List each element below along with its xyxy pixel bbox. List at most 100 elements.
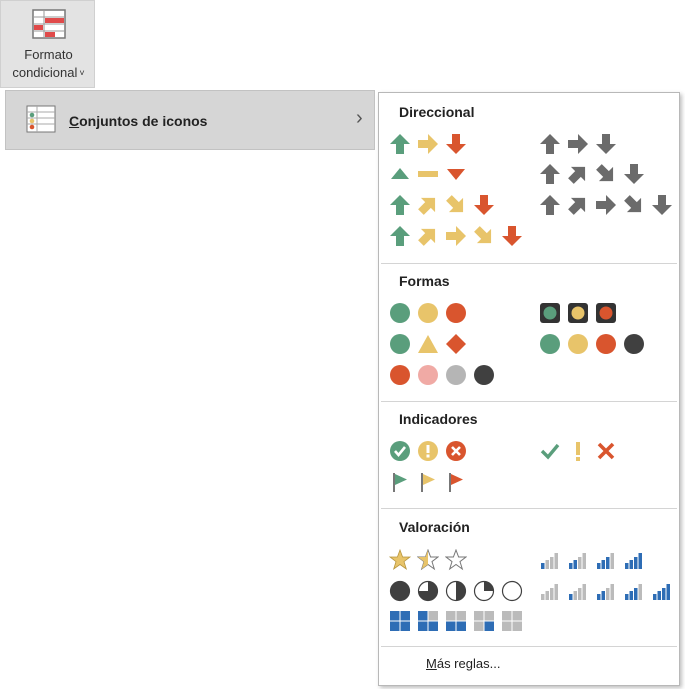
circle-gray-icon (446, 365, 466, 385)
exclamation-mark-icon (576, 442, 580, 461)
arrow-up-icon (540, 195, 560, 215)
quarter-empty-icon (501, 580, 523, 602)
x-mark-icon (597, 442, 615, 460)
circle-yellow-icon (568, 334, 588, 354)
dropdown-caret-icon: ˅ (79, 68, 85, 78)
signal-bars-3-icon (625, 584, 642, 600)
arrow-up-icon (540, 134, 560, 154)
section-title-directional: Direccional (399, 104, 475, 120)
icon-set-red-to-black[interactable] (389, 364, 495, 386)
icon-set-3-stars[interactable] (389, 549, 467, 571)
section-divider (381, 508, 677, 509)
more-rules-label: ás reglas... (436, 656, 501, 671)
icon-set-3-traffic-lights-unrimmed[interactable] (389, 302, 467, 324)
icon-set-5-arrows-colored[interactable] (389, 225, 523, 247)
button-label-line2: condicional (12, 65, 78, 80)
circle-yellow-icon (418, 303, 438, 323)
rimmed-yellow-light-icon (568, 303, 588, 323)
circle-red-icon (596, 334, 616, 354)
signal-bars-2-icon (569, 553, 586, 569)
menu-item-icon-sets[interactable]: Conjuntos de iconos › (5, 90, 375, 150)
arrow-right-icon (568, 134, 588, 154)
quarter-three-icon (417, 580, 439, 602)
icon-set-3-symbols-circled[interactable] (389, 440, 467, 462)
arrow-right-icon (446, 226, 466, 246)
conditional-format-icon (32, 9, 66, 42)
rimmed-green-light-icon (540, 303, 560, 323)
icon-set-3-symbols-uncircled[interactable] (539, 440, 617, 462)
icon-set-5-boxes[interactable] (389, 610, 523, 632)
conditional-formatting-button[interactable]: Formato condicional ˅ (0, 0, 95, 88)
exclamation-circle-icon (418, 441, 438, 461)
circle-green-icon (540, 334, 560, 354)
section-title-ratings: Valoración (399, 519, 470, 535)
dash-icon (418, 171, 438, 177)
access-key-letter: C (69, 113, 80, 129)
arrow-down-icon (474, 195, 494, 215)
check-mark-icon (540, 443, 560, 460)
arrow-down-right-icon (474, 226, 492, 244)
arrow-up-right-icon (418, 228, 436, 246)
boxes-0-icon (502, 611, 522, 631)
star-full-icon (389, 549, 411, 571)
section-title-indicators: Indicadores (399, 411, 478, 427)
boxes-4-icon (390, 611, 410, 631)
icon-set-4-ratings[interactable] (539, 549, 645, 571)
signal-bars-0-icon (541, 584, 558, 600)
signal-bars-1-icon (569, 584, 586, 600)
boxes-2-icon (446, 611, 466, 631)
icon-sets-gallery: Direccional Formas Indicadores Valoració… (378, 92, 680, 686)
circle-black-icon (624, 334, 644, 354)
submenu-arrow-icon: › (356, 107, 363, 129)
triangle-down-icon (447, 169, 465, 180)
arrow-down-icon (446, 134, 466, 154)
signal-bars-4-icon (625, 553, 642, 569)
arrow-up-icon (390, 134, 410, 154)
circle-green-icon (390, 334, 410, 354)
triangle-yellow-icon (418, 335, 438, 353)
icon-set-3-triangles[interactable] (389, 163, 467, 185)
icon-set-4-traffic-lights[interactable] (539, 333, 645, 355)
icon-set-5-ratings[interactable] (539, 580, 673, 602)
icon-set-3-signs[interactable] (389, 333, 467, 355)
arrow-down-icon (502, 226, 522, 246)
menu-item-label: onjuntos de iconos (79, 113, 208, 129)
circle-green-icon (390, 303, 410, 323)
x-circle-icon (446, 441, 466, 461)
icon-set-3-flags[interactable] (389, 471, 467, 493)
arrow-up-right-icon (568, 166, 586, 184)
arrow-up-right-icon (568, 197, 586, 215)
check-circle-icon (390, 441, 410, 461)
section-divider (381, 646, 677, 647)
circle-red-icon (446, 303, 466, 323)
icon-set-5-quarters[interactable] (389, 580, 523, 602)
arrow-right-icon (596, 195, 616, 215)
quarter-one-icon (473, 580, 495, 602)
arrow-up-icon (390, 195, 410, 215)
section-divider (381, 263, 677, 264)
icon-set-3-arrows-gray[interactable] (539, 133, 617, 155)
signal-bars-4-icon (653, 584, 670, 600)
icon-set-4-arrows-gray[interactable] (539, 163, 645, 185)
signal-bars-2-icon (597, 584, 614, 600)
boxes-1-icon (474, 611, 494, 631)
rimmed-red-light-icon (596, 303, 616, 323)
signal-bars-1-icon (541, 553, 558, 569)
icon-set-3-arrows-colored[interactable] (389, 133, 467, 155)
circle-pink-icon (418, 365, 438, 385)
icon-set-3-traffic-lights-rimmed[interactable] (539, 302, 617, 324)
circle-black-icon (474, 365, 494, 385)
icon-set-menu-icon (26, 105, 56, 138)
icon-set-4-arrows-colored[interactable] (389, 194, 495, 216)
icon-set-5-arrows-gray[interactable] (539, 194, 673, 216)
diamond-red-icon (446, 334, 466, 354)
star-empty-icon (445, 549, 467, 571)
more-rules-link[interactable]: Más reglas... (426, 656, 500, 671)
arrow-down-icon (652, 195, 672, 215)
button-label-line1: Formato (24, 47, 73, 62)
arrow-down-right-icon (596, 164, 614, 182)
quarter-full-icon (389, 580, 411, 602)
flag-red-icon (449, 473, 463, 492)
flag-yellow-icon (421, 473, 435, 492)
flag-green-icon (393, 473, 407, 492)
